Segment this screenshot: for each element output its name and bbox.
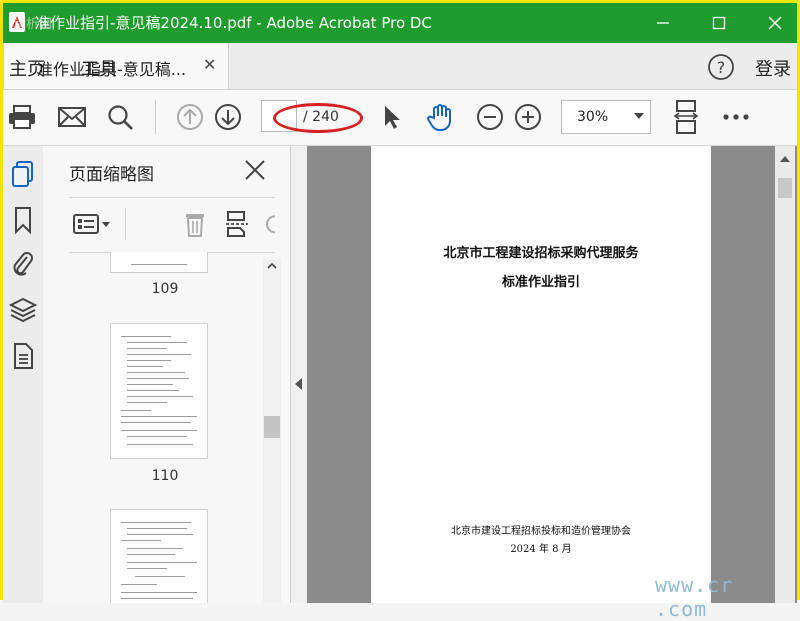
document-organization: 北京市建设工程招标投标和造价管理协会 xyxy=(451,526,631,537)
zoom-dropdown[interactable]: 30% xyxy=(561,100,651,134)
corner-watermark: 诗析网 xyxy=(13,17,53,32)
minimize-icon xyxy=(657,22,669,24)
zoom-in-icon xyxy=(515,104,541,130)
help-button[interactable]: ? xyxy=(707,53,735,81)
collapse-panel-handle[interactable] xyxy=(291,146,307,603)
scroll-up-icon xyxy=(267,262,277,269)
rotate-page-button[interactable] xyxy=(261,208,275,240)
collapse-left-icon xyxy=(295,378,302,390)
paperclip-icon xyxy=(13,252,33,276)
red-annotation-oval xyxy=(273,103,363,133)
close-icon xyxy=(768,16,782,30)
document-scrollbar[interactable] xyxy=(775,146,795,603)
panel-toolbar xyxy=(69,197,275,253)
layers-button[interactable] xyxy=(9,296,37,324)
close-icon xyxy=(245,160,265,180)
close-window-button[interactable] xyxy=(751,3,799,43)
zoom-out-button[interactable] xyxy=(473,100,507,134)
arrow-up-circle-icon xyxy=(177,104,203,130)
zoom-out-icon xyxy=(477,104,503,130)
toolbar-separator xyxy=(155,100,156,134)
scroll-up-icon[interactable] xyxy=(780,156,790,162)
cursor-arrow-icon xyxy=(385,106,400,129)
email-icon xyxy=(58,107,86,127)
bookmark-icon xyxy=(15,207,31,234)
thumbnails-panel: 页面缩略图 109 110 xyxy=(43,146,291,603)
hand-icon xyxy=(427,104,451,131)
insert-page-icon xyxy=(226,211,248,237)
help-icon: ? xyxy=(708,54,734,80)
thumbnail-page-110[interactable] xyxy=(111,324,207,458)
thumbnail-label: 110 xyxy=(151,468,179,484)
more-tools-button[interactable] xyxy=(719,100,753,134)
layers-icon xyxy=(9,297,37,323)
document-scroll-thumb[interactable] xyxy=(778,178,792,198)
maximize-icon xyxy=(712,16,726,30)
login-link[interactable]: 登录 xyxy=(755,55,791,81)
svg-text:?: ? xyxy=(717,58,726,77)
site-watermark: www.cr .com xyxy=(655,573,734,621)
zoom-in-button[interactable] xyxy=(511,100,545,134)
thumbnail-list[interactable]: 109 110 xyxy=(69,252,261,603)
search-button[interactable] xyxy=(103,100,137,134)
search-icon xyxy=(108,105,133,130)
document-title-line2: 标准作业指引 xyxy=(501,275,580,290)
print-button[interactable] xyxy=(5,100,39,134)
thumbnail-label: 109 xyxy=(151,281,179,297)
zoom-value: 30% xyxy=(577,109,609,125)
previous-page-button[interactable] xyxy=(173,100,207,134)
document-icon xyxy=(14,343,33,369)
page-thumbnails-icon xyxy=(12,161,33,187)
minimize-button[interactable] xyxy=(639,3,687,43)
menu-bar: 主页 工具 准作业指引-意见稿... ✕ ? 登录 xyxy=(3,43,797,90)
close-panel-button[interactable] xyxy=(241,156,269,184)
pdf-page: 北京市工程建设招标采购代理服务 标准作业指引 北京市建设工程招标投标和造价管理协… xyxy=(371,146,711,603)
select-tool-button[interactable] xyxy=(375,100,409,134)
panel-title: 页面缩略图 xyxy=(69,165,154,185)
title-bar: 准作业指引-意见稿2024.10.pdf - Adobe Acrobat Pro… xyxy=(3,3,797,43)
bookmarks-button[interactable] xyxy=(9,206,37,234)
document-view[interactable]: 北京市工程建设招标采购代理服务 标准作业指引 北京市建设工程招标投标和造价管理协… xyxy=(291,146,797,603)
toolbar: / 240 30% xyxy=(3,90,797,146)
fit-page-icon xyxy=(673,100,699,134)
delete-pages-button[interactable] xyxy=(179,208,211,240)
thumbnail-page-109[interactable] xyxy=(111,252,207,272)
hand-tool-button[interactable] xyxy=(423,100,457,134)
maximize-button[interactable] xyxy=(695,3,743,43)
chevron-down-icon xyxy=(634,113,644,119)
document-tab[interactable]: 准作业指引-意见稿... ✕ xyxy=(3,43,229,89)
next-page-button[interactable] xyxy=(211,100,245,134)
page-thumbnails-button[interactable] xyxy=(9,160,37,188)
options-menu-button[interactable] xyxy=(71,208,113,240)
rotate-icon xyxy=(266,215,275,234)
email-button[interactable] xyxy=(55,100,89,134)
thumbnail-scroll-thumb[interactable] xyxy=(264,416,280,438)
arrow-down-circle-icon xyxy=(215,104,241,130)
document-tab-label: 准作业指引-意见稿... xyxy=(37,60,187,79)
print-icon xyxy=(9,105,35,129)
panel-separator xyxy=(125,208,126,240)
window-title: 准作业指引-意见稿2024.10.pdf - Adobe Acrobat Pro… xyxy=(35,14,432,32)
thumbnail-page-111[interactable] xyxy=(111,510,207,603)
document-date: 2024 年 8 月 xyxy=(510,544,572,555)
fit-width-button[interactable] xyxy=(669,98,703,136)
trash-icon xyxy=(186,214,204,237)
navigation-rail xyxy=(3,146,44,603)
close-tab-icon[interactable]: ✕ xyxy=(203,55,216,74)
insert-pages-button[interactable] xyxy=(221,208,253,240)
list-options-icon xyxy=(73,214,110,234)
more-icon xyxy=(723,114,749,120)
attachments-button[interactable] xyxy=(9,250,37,278)
content-button[interactable] xyxy=(9,342,37,370)
document-title-line1: 北京市工程建设招标采购代理服务 xyxy=(443,246,639,261)
